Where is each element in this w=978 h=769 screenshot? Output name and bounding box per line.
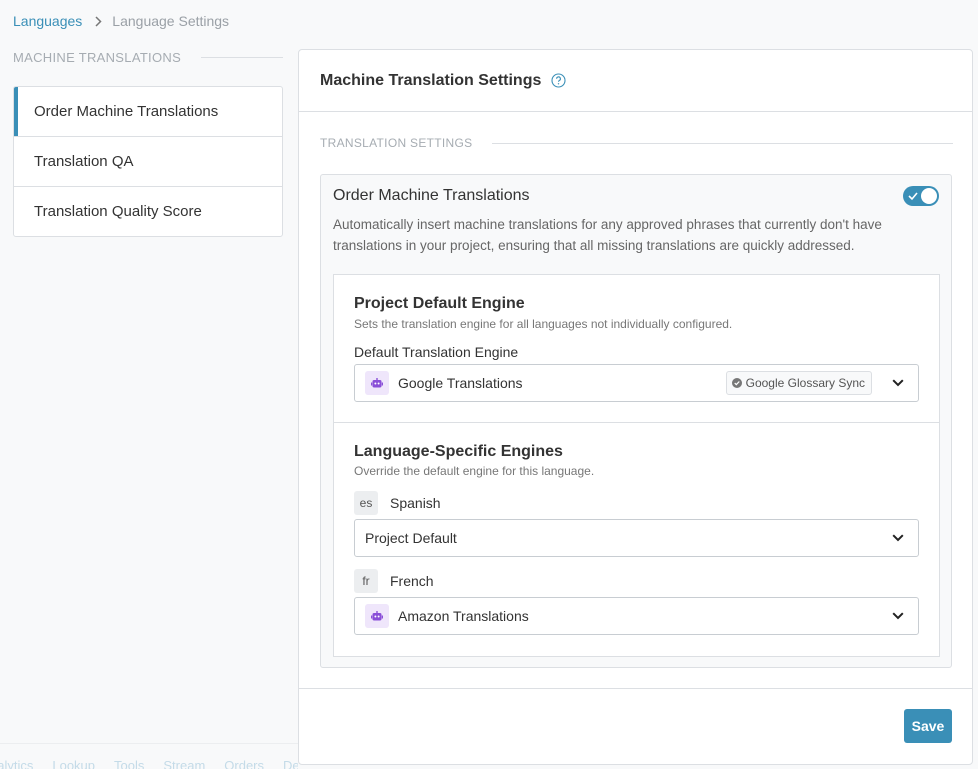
section-heading: Language-Specific Engines: [354, 443, 563, 460]
section-heading: Project Default Engine: [354, 295, 525, 312]
sidebar-item-translation-qa[interactable]: Translation QA: [14, 137, 282, 187]
chevron-right-icon: [95, 15, 102, 27]
language-code-badge: fr: [354, 569, 378, 593]
language-code-badge: es: [354, 491, 378, 515]
check-circle-icon: [731, 378, 742, 388]
language-name: French: [390, 573, 434, 589]
chevron-down-icon: [878, 598, 918, 634]
selected-value: Project Default: [365, 530, 457, 546]
breadcrumb: Languages Language Settings: [13, 12, 229, 30]
robot-icon: [365, 371, 389, 395]
selected-value: Google Translations: [398, 375, 523, 391]
bottom-tab-orders[interactable]: Orders: [224, 758, 264, 769]
bottom-tab-analytics[interactable]: nalytics: [0, 758, 33, 769]
section-subtitle: Sets the translation engine for all lang…: [354, 317, 733, 331]
divider: [492, 142, 953, 144]
badge-label: Google Glossary Sync: [745, 376, 865, 390]
language-name: Spanish: [390, 495, 441, 511]
panel-footer: Save: [299, 688, 972, 765]
glossary-sync-badge: Google Glossary Sync: [725, 371, 872, 395]
robot-icon: [365, 604, 389, 628]
check-icon: [908, 191, 918, 201]
sidebar-nav: Order Machine Translations Translation Q…: [13, 86, 283, 237]
bottom-tab-tools[interactable]: Tools: [114, 758, 144, 769]
breadcrumb-languages-link[interactable]: Languages: [13, 13, 82, 29]
sidebar-section-header: MACHINE TRANSLATIONS: [13, 49, 283, 65]
engine-configuration: Project Default Engine Sets the translat…: [333, 274, 940, 657]
chevron-down-icon: [878, 520, 918, 556]
field-label: Default Translation Engine: [354, 344, 519, 360]
section-title: TRANSLATION SETTINGS: [320, 136, 473, 150]
chevron-down-icon: [878, 365, 918, 401]
language-spanish: es Spanish: [354, 491, 441, 515]
card-description: Automatically insert machine translation…: [333, 217, 882, 253]
sidebar-item-translation-quality-score[interactable]: Translation Quality Score: [14, 187, 282, 236]
order-machine-translations-card: Order Machine Translations Automatically…: [320, 174, 952, 668]
default-engine-select[interactable]: Google Translations Google Glossary Sync: [354, 364, 919, 402]
language-specific-engines-section: Language-Specific Engines Override the d…: [334, 423, 939, 658]
bottom-nav-tabs: nalytics Lookup Tools Stream Orders Desi…: [0, 758, 298, 769]
settings-panel: Machine Translation Settings TRANSLATION…: [298, 49, 973, 765]
divider: [201, 56, 283, 58]
bottom-nav: nalytics Lookup Tools Stream Orders Desi…: [0, 743, 298, 769]
save-button[interactable]: Save: [904, 709, 952, 743]
toggle-knob: [921, 188, 937, 204]
sidebar-section-title: MACHINE TRANSLATIONS: [13, 49, 182, 65]
section-subtitle: Override the default engine for this lan…: [354, 464, 595, 478]
panel-title: Machine Translation Settings: [320, 71, 542, 89]
bottom-tab-design[interactable]: Design: [283, 758, 298, 769]
breadcrumb-current: Language Settings: [112, 13, 230, 29]
bottom-tab-stream[interactable]: Stream: [163, 758, 205, 769]
spanish-engine-select[interactable]: Project Default: [354, 519, 919, 557]
panel-header: Machine Translation Settings: [299, 50, 972, 112]
enable-toggle[interactable]: [903, 186, 939, 206]
bottom-tab-lookup[interactable]: Lookup: [52, 758, 95, 769]
language-french: fr French: [354, 569, 434, 593]
translation-settings-header: TRANSLATION SETTINGS: [320, 136, 953, 150]
project-default-engine-section: Project Default Engine Sets the translat…: [334, 275, 939, 423]
card-title: Order Machine Translations: [333, 187, 530, 204]
selected-value: Amazon Translations: [398, 608, 529, 624]
sidebar-item-order-machine-translations[interactable]: Order Machine Translations: [14, 87, 282, 137]
french-engine-select[interactable]: Amazon Translations: [354, 597, 919, 635]
help-icon[interactable]: [551, 73, 566, 88]
